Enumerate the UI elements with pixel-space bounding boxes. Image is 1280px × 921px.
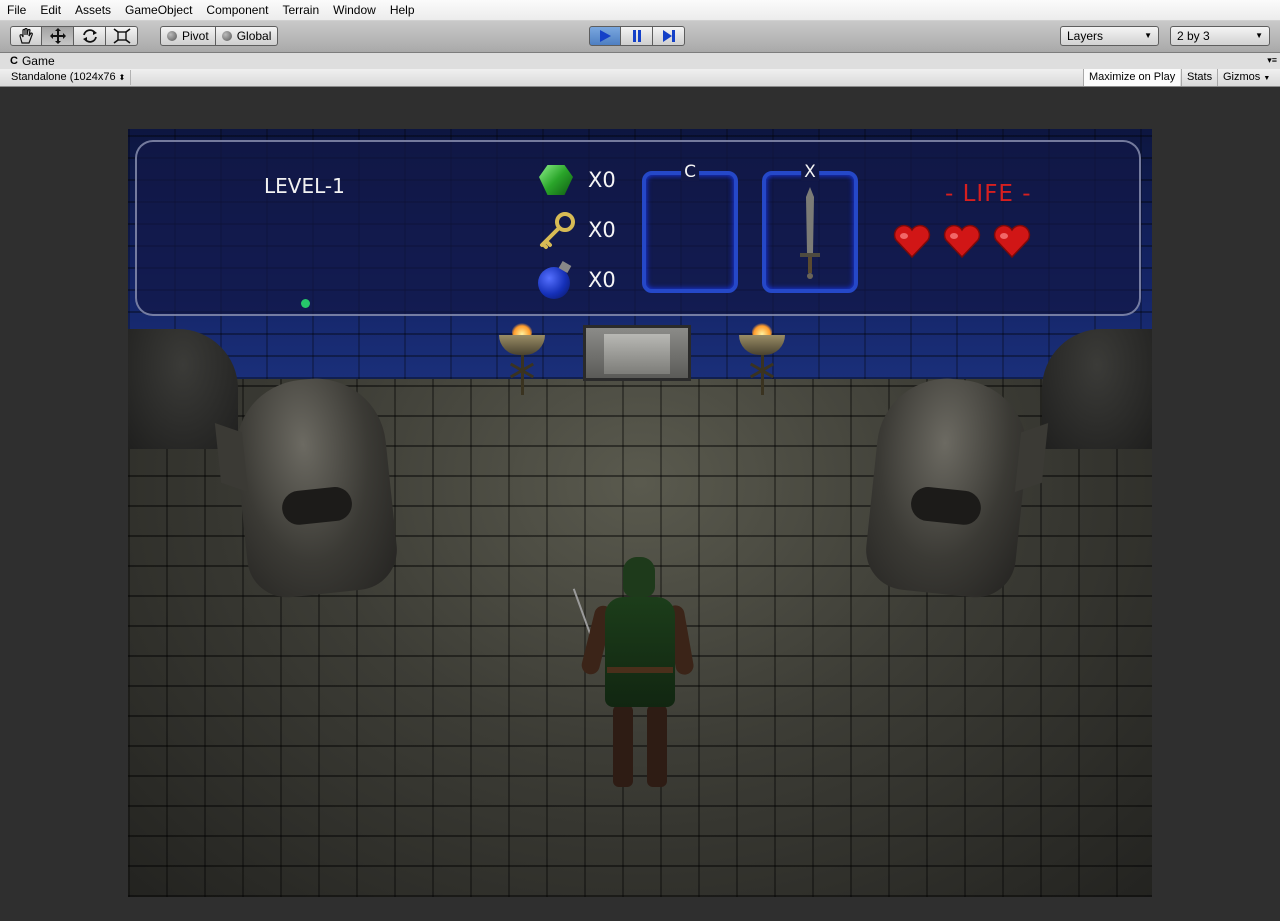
game-icon: C [10, 55, 18, 67]
heart-icon [893, 224, 931, 259]
pivot-label: Pivot [182, 29, 209, 43]
global-icon [221, 31, 232, 41]
pause-icon [632, 30, 641, 42]
dungeon-door [583, 325, 691, 381]
gem-counter: X0 [536, 159, 616, 201]
life-label: - LIFE - [945, 181, 1032, 207]
global-label: Global [236, 29, 272, 43]
play-controls [589, 26, 685, 46]
hand-icon [19, 28, 33, 44]
tab-game[interactable]: C Game [4, 53, 61, 69]
player-character [572, 557, 695, 789]
torch-left [497, 323, 547, 399]
layers-dropdown[interactable]: Layers ▼ [1060, 26, 1159, 46]
layout-label: 2 by 3 [1177, 29, 1210, 43]
layout-dropdown[interactable]: 2 by 3 ▼ [1170, 26, 1270, 46]
menu-terrain[interactable]: Terrain [275, 0, 326, 20]
hand-tool-button[interactable] [10, 26, 42, 46]
pivot-toggle-button[interactable]: Pivot [160, 26, 216, 46]
gem-icon [536, 159, 578, 201]
heart-icon [943, 224, 981, 259]
pivot-icon [167, 31, 177, 41]
pause-button[interactable] [621, 26, 653, 46]
move-icon [49, 28, 66, 44]
stats-toggle[interactable]: Stats [1181, 69, 1217, 86]
bomb-counter: X0 [536, 259, 616, 301]
slot-c-label: C [681, 163, 699, 181]
menu-gameobject[interactable]: GameObject [118, 0, 199, 20]
key-count: X0 [588, 218, 616, 242]
side-pillar-right [1042, 329, 1152, 449]
key-counter: X0 [536, 209, 616, 251]
menu-bar: File Edit Assets GameObject Component Te… [0, 0, 1280, 21]
main-toolbar: Pivot Global Layers ▼ 2 by 3 ▼ [0, 21, 1280, 53]
rotate-icon [82, 29, 97, 43]
menu-window[interactable]: Window [326, 0, 383, 20]
slot-x-label: X [801, 163, 819, 181]
level-label: LEVEL-1 [264, 174, 345, 198]
chevron-down-icon: ▼ [1255, 31, 1263, 40]
play-icon [600, 30, 611, 42]
menu-assets[interactable]: Assets [68, 0, 118, 20]
tab-title: Game [21, 54, 55, 68]
key-icon [536, 209, 578, 251]
aspect-label: Standalone (1024x76 [11, 71, 116, 83]
hud-panel: LEVEL-1 X0 X0 X0 C X - LIFE - [135, 140, 1141, 316]
scale-tool-button[interactable] [106, 26, 138, 46]
chevron-down-icon: ▼ [1263, 75, 1271, 82]
chevron-updown-icon: ⬍ [118, 73, 126, 82]
aspect-ratio-dropdown[interactable]: Standalone (1024x76 ⬍ [6, 70, 132, 85]
panel-menu-icon[interactable]: ▾≡ [1267, 53, 1277, 67]
move-tool-button[interactable] [42, 26, 74, 46]
handle-toggles: Pivot Global [160, 26, 279, 46]
gizmos-label: Gizmos [1223, 71, 1261, 83]
heart-icon [993, 224, 1031, 259]
item-slot-x: X [762, 163, 858, 293]
menu-help[interactable]: Help [383, 0, 422, 20]
menu-component[interactable]: Component [199, 0, 275, 20]
gizmos-dropdown[interactable]: Gizmos ▼ [1217, 69, 1275, 86]
sword-icon [800, 187, 820, 279]
game-tab-bar: C Game ▾≡ [0, 53, 1280, 70]
scale-icon [113, 28, 130, 44]
item-slot-c: C [642, 163, 738, 293]
maximize-on-play-toggle[interactable]: Maximize on Play [1083, 69, 1181, 86]
game-view-toolbar: Standalone (1024x76 ⬍ Maximize on Play S… [0, 69, 1280, 87]
torch-right [737, 323, 787, 399]
step-button[interactable] [653, 26, 685, 46]
bomb-icon [536, 259, 578, 301]
global-toggle-button[interactable]: Global [215, 26, 279, 46]
minimap-player-dot [301, 299, 310, 308]
play-button[interactable] [589, 26, 621, 46]
bomb-count: X0 [588, 268, 616, 292]
menu-edit[interactable]: Edit [33, 0, 68, 20]
step-icon [662, 30, 675, 42]
menu-file[interactable]: File [0, 0, 33, 20]
rotate-tool-button[interactable] [74, 26, 106, 46]
gem-count: X0 [588, 168, 616, 192]
chevron-down-icon: ▼ [1144, 31, 1152, 40]
transform-tools [10, 26, 138, 46]
layers-label: Layers [1067, 29, 1104, 43]
game-viewport[interactable]: LEVEL-1 X0 X0 X0 C X - LIFE - [128, 129, 1152, 897]
